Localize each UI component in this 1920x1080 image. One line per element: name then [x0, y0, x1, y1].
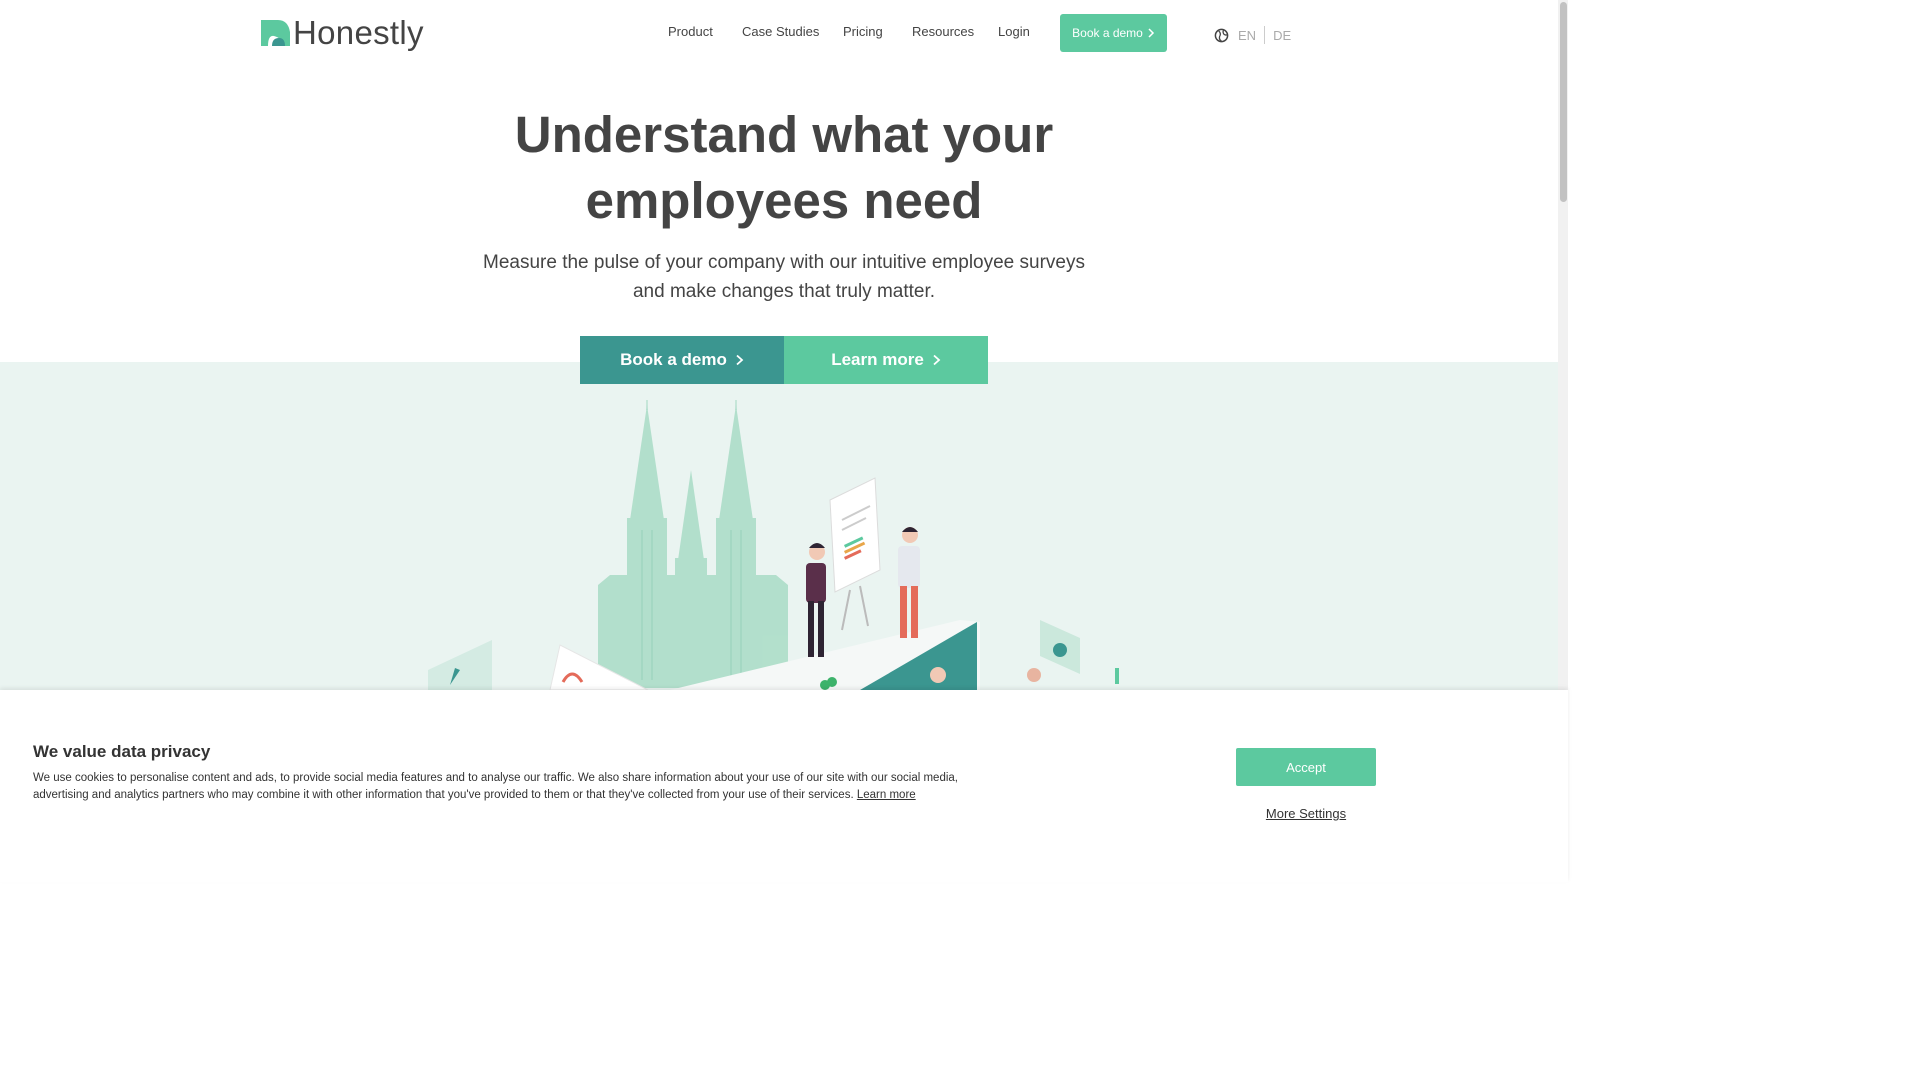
- hero-subtitle-line2: and make changes that truly matter.: [632, 281, 936, 302]
- hero-title-line1: Understand what your: [514, 106, 1054, 163]
- chevron-right-icon: [736, 354, 744, 366]
- header-book-demo-label: Book a demo: [1072, 26, 1143, 40]
- hero-title-line2: employees need: [585, 172, 983, 229]
- presentation-board-illustration: [829, 477, 881, 631]
- person-illustration: [898, 527, 920, 638]
- cookie-more-settings-link[interactable]: More Settings: [1236, 806, 1376, 821]
- chevron-right-icon: [1148, 28, 1154, 38]
- person-illustration: [806, 543, 826, 657]
- hero-learn-more-button[interactable]: Learn more: [784, 336, 988, 384]
- language-de[interactable]: DE: [1273, 28, 1291, 43]
- honestly-logo-icon: [261, 20, 290, 46]
- hero-book-demo-label: Book a demo: [620, 350, 727, 369]
- nav-item-product[interactable]: Product: [668, 24, 713, 39]
- hero-subtitle-line1: Measure the pulse of your company with o…: [483, 252, 1085, 273]
- hero-title: Understand what your employees need: [0, 102, 1568, 234]
- brand-name: Honestly: [293, 14, 424, 51]
- site-header: Honestly Product Case Studies Pricing Re…: [0, 0, 1558, 70]
- globe-icon: [1214, 28, 1229, 42]
- header-book-demo-button[interactable]: Book a demo: [1060, 14, 1167, 52]
- language-divider: [1264, 26, 1266, 44]
- cookie-banner-text: We use cookies to personalise content an…: [33, 770, 973, 804]
- hero-book-demo-button[interactable]: Book a demo: [580, 336, 784, 384]
- hero-learn-more-label: Learn more: [831, 350, 924, 369]
- language-en[interactable]: EN: [1238, 28, 1256, 43]
- cookie-learn-more-link[interactable]: Learn more: [857, 789, 916, 801]
- nav-item-login[interactable]: Login: [998, 24, 1030, 39]
- cookie-banner: We value data privacy We use cookies to …: [0, 690, 1568, 882]
- brand-logo[interactable]: Honestly: [260, 14, 424, 52]
- nav-item-resources[interactable]: Resources: [912, 24, 974, 39]
- language-switcher: EN DE: [1214, 26, 1291, 44]
- cathedral-illustration: [598, 405, 788, 688]
- hero-subtitle: Measure the pulse of your company with o…: [434, 248, 1134, 306]
- chevron-right-icon: [933, 354, 941, 366]
- cookie-accept-button[interactable]: Accept: [1236, 748, 1376, 786]
- cookie-banner-title: We value data privacy: [33, 742, 211, 761]
- cookie-banner-description: We use cookies to personalise content an…: [33, 772, 958, 801]
- nav-item-pricing[interactable]: Pricing: [843, 24, 883, 39]
- nav-item-case-studies[interactable]: Case Studies: [742, 24, 819, 39]
- hero-cta-group: Book a demo Learn more: [580, 336, 988, 384]
- hero-illustration: [428, 400, 1119, 690]
